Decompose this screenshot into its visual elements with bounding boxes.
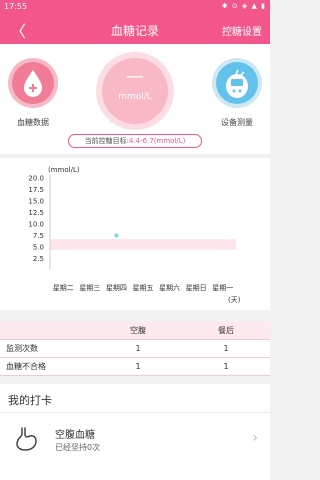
punch-item-streak: 已经坚持0次 xyxy=(55,443,101,452)
table-header-cell: 空腹 xyxy=(130,326,146,335)
y-tick-label: 12.5 xyxy=(28,209,44,217)
hero-section: 血糖数据 — mmol/L 设备测量 当前控糖目标:4.4-6.7(mmol/L… xyxy=(0,44,270,154)
punch-item-name: 空腹血糖 xyxy=(55,430,95,441)
y-axis-label: (mmol/L) xyxy=(48,166,80,174)
table-cell: 1 xyxy=(223,344,229,353)
y-tick-label: 15.0 xyxy=(28,198,44,206)
x-tick-label: 星期四 xyxy=(106,284,127,292)
status-bar: 17:55 ✱ ⊙ ◈ ▲ ▮ xyxy=(0,0,270,14)
glucose-value: — xyxy=(126,66,144,87)
y-tick-label: 2.5 xyxy=(33,255,44,263)
glucose-chart-svg: (mmol/L) 20.0 17.5 15.0 12.5 10.0 7.5 5.0 2.5 星期二… xyxy=(28,166,241,304)
y-tick-label: 7.5 xyxy=(33,232,44,240)
device-measure-label: 设备测量 xyxy=(221,118,253,127)
table-header-cell: 餐后 xyxy=(218,326,234,335)
punch-card-title: 我的打卡 xyxy=(8,394,52,407)
glucose-data-button[interactable] xyxy=(8,58,58,108)
device-measure-button[interactable] xyxy=(212,58,262,108)
glucose-unit: mmol/L xyxy=(118,92,152,102)
x-tick-label: 星期二 xyxy=(53,284,74,292)
table-row: 监测次数 1 1 xyxy=(0,340,270,358)
y-tick-label: 17.5 xyxy=(28,186,44,194)
table-cell: 1 xyxy=(223,362,229,371)
target-value: 4.4-6.7(mmol/L) xyxy=(128,137,186,145)
x-axis-label: (天) xyxy=(228,296,241,304)
table-cell: 1 xyxy=(135,362,141,371)
glucose-settings-button[interactable]: 控糖设置 xyxy=(222,23,262,38)
table-header-cell xyxy=(0,322,94,339)
glucose-target-badge: 当前控糖目标:4.4-6.7(mmol/L) xyxy=(68,134,202,148)
glucose-meter-icon xyxy=(216,62,258,104)
status-time: 17:55 xyxy=(4,2,28,11)
y-tick-label: 10.0 xyxy=(28,221,44,229)
punch-item-fasting-glucose[interactable]: 空腹血糖 已经坚持0次 › xyxy=(0,414,270,474)
glucose-reading-circle: — mmol/L xyxy=(96,52,174,130)
x-tick-label: 星期六 xyxy=(159,283,180,292)
glucose-data-label: 血糖数据 xyxy=(17,118,49,127)
summary-table: 空腹 餐后 监测次数 1 1 血糖不合格 1 1 xyxy=(0,322,270,376)
chevron-right-icon: › xyxy=(252,430,258,446)
target-band xyxy=(50,239,236,250)
data-point xyxy=(114,233,119,238)
x-tick-label: 星期一 xyxy=(212,284,233,292)
table-cell: 监测次数 xyxy=(6,344,38,353)
x-tick-label: 星期三 xyxy=(79,284,100,292)
y-tick-label: 20.0 xyxy=(28,175,44,183)
punch-card-section: 我的打卡 空腹血糖 已经坚持0次 › xyxy=(0,384,270,480)
status-icons: ✱ ⊙ ◈ ▲ ▮ xyxy=(221,2,266,10)
divider xyxy=(0,412,270,413)
table-cell: 血糖不合格 xyxy=(6,362,46,371)
table-header-row: 空腹 餐后 xyxy=(0,322,270,340)
y-tick-label: 5.0 xyxy=(33,244,44,252)
nav-bar: 〈 血糖记录 控糖设置 xyxy=(0,14,270,44)
target-prefix: 当前控糖目标: xyxy=(84,137,129,145)
table-row: 血糖不合格 1 1 xyxy=(0,358,270,376)
x-tick-label: 星期五 xyxy=(133,284,154,292)
x-tick-label: 星期日 xyxy=(186,284,207,292)
table-cell: 1 xyxy=(135,344,141,353)
blood-drop-icon xyxy=(12,62,54,104)
glucose-chart: (mmol/L) 20.0 17.5 15.0 12.5 10.0 7.5 5.0 2.5 星期二… xyxy=(0,158,270,310)
stomach-icon xyxy=(16,427,37,451)
